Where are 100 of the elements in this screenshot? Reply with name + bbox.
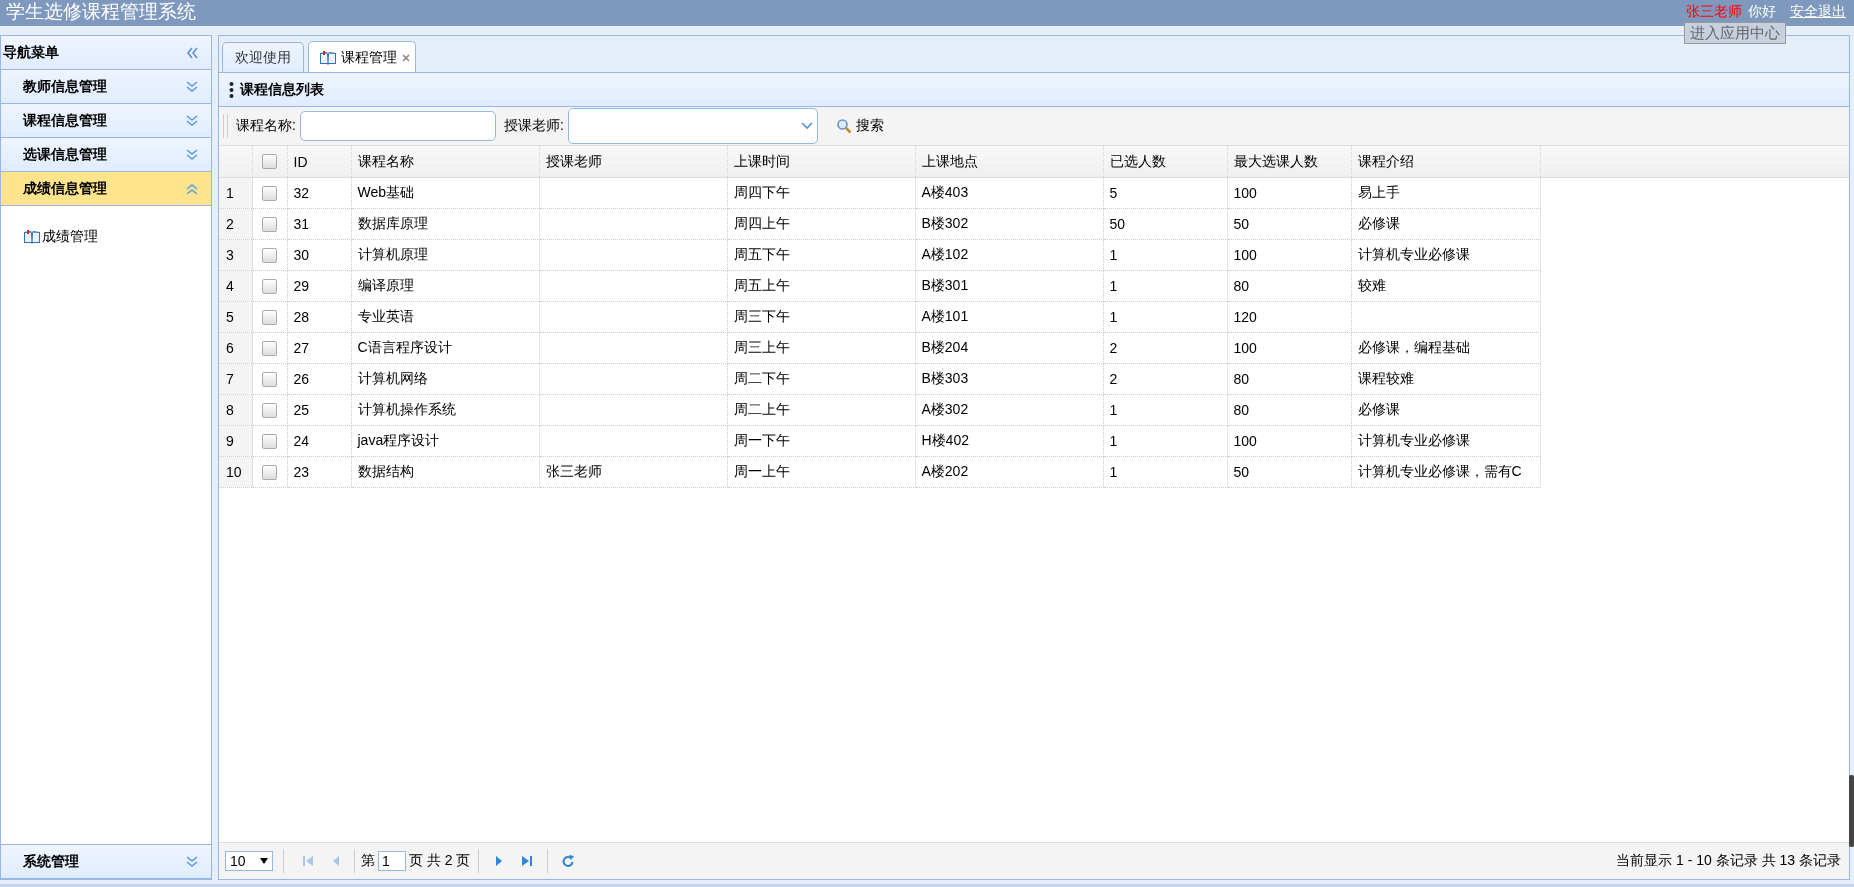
table-cell: 1 [1103, 270, 1227, 302]
select-all-checkbox[interactable] [262, 154, 277, 169]
page-total-text: 页 共 2 页 [409, 852, 471, 870]
row-checkbox[interactable] [262, 402, 277, 418]
scrollbar-thumb[interactable] [1849, 775, 1854, 847]
table-cell: B楼204 [915, 332, 1103, 364]
column-header[interactable]: 已选人数 [1103, 146, 1227, 178]
chevron-down-icon [800, 122, 813, 130]
row-checkbox[interactable] [262, 464, 277, 480]
menu-item[interactable]: 选课信息管理 [1, 138, 211, 172]
tooltip: 进入应用中心 [1684, 22, 1786, 44]
course-name-field[interactable] [299, 111, 496, 141]
table-cell: 课程较难 [1351, 363, 1540, 395]
table-cell: C语言程序设计 [351, 332, 539, 364]
chevron-up-icon[interactable] [185, 181, 199, 196]
table-cell: 数据结构 [351, 456, 539, 488]
panel-title: 课程信息列表 [240, 80, 324, 99]
page-number-field[interactable]: 1 [378, 851, 406, 871]
table-cell: 周四上午 [727, 208, 915, 240]
search-button[interactable]: 搜索 [831, 115, 888, 137]
last-page-icon[interactable] [521, 854, 534, 868]
row-number: 6 [219, 332, 252, 364]
menu-item[interactable]: 教师信息管理 [1, 70, 211, 104]
row-checkbox[interactable] [262, 185, 277, 201]
table-cell: A楼101 [915, 301, 1103, 333]
chevron-down-icon[interactable] [185, 854, 199, 869]
collapse-icon[interactable] [185, 45, 199, 60]
greeting-text: 你好 [1748, 3, 1776, 21]
sidebar-title: 导航菜单 [3, 43, 59, 62]
row-checkbox[interactable] [262, 216, 277, 232]
dropdown-icon [260, 858, 268, 864]
page-size-select[interactable]: 10 [225, 851, 273, 871]
row-number: 2 [219, 208, 252, 240]
book-icon [23, 229, 41, 245]
table-cell: 32 [287, 177, 351, 209]
column-header[interactable]: 课程介绍 [1351, 146, 1540, 178]
search-icon [835, 118, 852, 134]
table-cell: 周五上午 [727, 270, 915, 302]
table-cell: 28 [287, 301, 351, 333]
column-header[interactable]: 上课地点 [915, 146, 1103, 178]
table-cell: 张三老师 [539, 456, 727, 488]
record-count-text: 当前显示 1 - 10 条记录 共 13 条记录 [1616, 852, 1842, 870]
row-number: 9 [219, 425, 252, 457]
table-cell: 100 [1227, 177, 1351, 209]
table-cell: 必修课，编程基础 [1351, 332, 1540, 364]
row-checkbox[interactable] [262, 371, 277, 387]
column-header[interactable]: ID [287, 146, 351, 178]
teacher-select[interactable] [567, 108, 818, 144]
table-cell: 23 [287, 456, 351, 488]
table-cell: 计算机操作系统 [351, 394, 539, 426]
menu-item[interactable]: 课程信息管理 [1, 104, 211, 138]
table-cell: A楼202 [915, 456, 1103, 488]
first-page-icon[interactable] [302, 854, 314, 868]
table-cell: 周一上午 [727, 456, 915, 488]
table-cell: java程序设计 [351, 425, 539, 457]
close-icon[interactable] [401, 52, 411, 63]
table-cell: 80 [1227, 270, 1351, 302]
table-cell: 计算机网络 [351, 363, 539, 395]
column-header[interactable]: 上课时间 [727, 146, 915, 178]
menu-item[interactable]: 系统管理 [1, 845, 211, 879]
book-icon [319, 49, 337, 66]
table-cell: 2 [1103, 363, 1227, 395]
row-number: 8 [219, 394, 252, 426]
tab[interactable]: 课程管理 [308, 41, 416, 73]
table-cell: 计算机专业必修课 [1351, 239, 1540, 271]
table-cell: 1 [1103, 239, 1227, 271]
table-cell: A楼102 [915, 239, 1103, 271]
chevron-down-icon[interactable] [185, 113, 199, 128]
more-icon[interactable] [229, 80, 234, 99]
tab[interactable]: 欢迎使用 [222, 42, 304, 72]
row-checkbox[interactable] [262, 340, 277, 356]
chevron-down-icon[interactable] [185, 79, 199, 94]
table-cell: 2 [1103, 332, 1227, 364]
table-cell: 100 [1227, 332, 1351, 364]
table-cell: 5 [1103, 177, 1227, 209]
row-checkbox[interactable] [262, 278, 277, 294]
row-checkbox[interactable] [262, 433, 277, 449]
table-cell: 25 [287, 394, 351, 426]
column-header[interactable]: 课程名称 [351, 146, 539, 178]
table-cell: 计算机专业必修课 [1351, 425, 1540, 457]
app-title: 学生选修课程管理系统 [5, 0, 196, 24]
page-label: 第 [361, 852, 375, 870]
chevron-down-icon[interactable] [185, 147, 199, 162]
table-cell: 周三上午 [727, 332, 915, 364]
table-cell: 计算机原理 [351, 239, 539, 271]
table-cell: 专业英语 [351, 301, 539, 333]
row-checkbox[interactable] [262, 309, 277, 325]
row-number: 1 [219, 177, 252, 209]
menu-link[interactable]: 成绩管理 [23, 228, 98, 246]
table-cell: B楼302 [915, 208, 1103, 240]
table-cell: 周二上午 [727, 394, 915, 426]
column-header[interactable]: 授课老师 [539, 146, 727, 178]
table-cell: 80 [1227, 363, 1351, 395]
row-checkbox[interactable] [262, 247, 277, 263]
column-header[interactable]: 最大选课人数 [1227, 146, 1351, 178]
table-cell: 50 [1227, 208, 1351, 240]
refresh-icon[interactable] [562, 854, 575, 868]
table-cell: 80 [1227, 394, 1351, 426]
table-cell: 周二下午 [727, 363, 915, 395]
menu-item[interactable]: 成绩信息管理 [1, 172, 211, 206]
